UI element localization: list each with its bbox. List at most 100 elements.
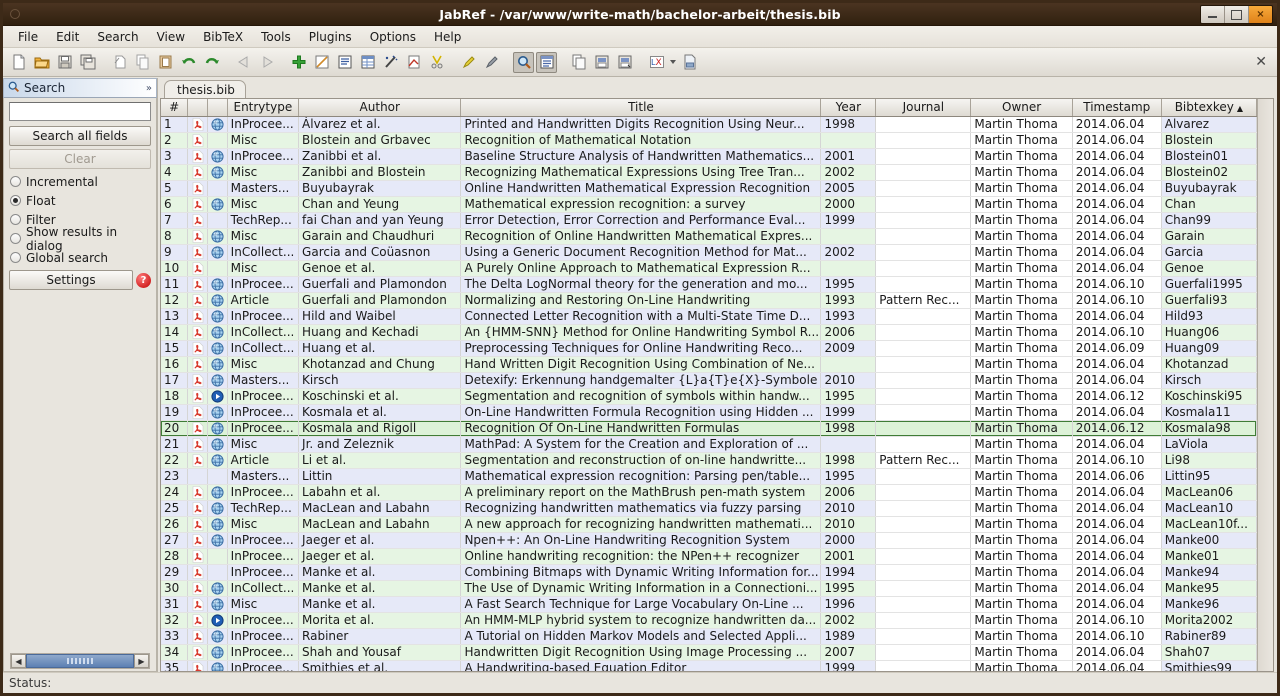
table-row[interactable]: 31 Misc Manke et al. A Fast Search Techniqu… [161,596,1257,613]
url-play-icon[interactable] [207,612,228,629]
menu-view[interactable]: View [148,28,194,46]
url-globe-icon[interactable] [207,596,228,613]
table-row[interactable]: 35 InProcee... Smithies et al. A Handwritin… [161,660,1257,671]
table-row[interactable]: 20 InProcee... Kosmala and Rigoll Recogniti… [161,420,1257,437]
table-row[interactable]: 7 TechRep... fai Chan and yan Yeung Error D… [161,212,1257,229]
open-database-icon[interactable] [31,52,52,73]
table-row[interactable]: 10 Misc Genoe et al. A Purely Online Approa… [161,260,1257,277]
new-database-icon[interactable] [8,52,29,73]
url-globe-icon[interactable] [207,372,228,389]
url-globe-icon[interactable] [207,484,228,501]
menu-edit[interactable]: Edit [47,28,88,46]
import-into-new-icon[interactable] [591,52,612,73]
pdf-icon[interactable] [187,532,209,549]
mark-entries-icon[interactable] [426,52,447,73]
table-row[interactable]: 15 InCollect... Huang et al. Preprocessing … [161,340,1257,357]
table-row[interactable]: 21 Misc Jr. and Zeleznik MathPad: A System … [161,436,1257,453]
url-globe-icon[interactable] [207,404,228,421]
url-play-icon[interactable] [207,388,228,405]
url-icon-empty[interactable] [207,132,228,149]
groups-toggle-icon[interactable] [536,51,557,73]
table-row[interactable]: 30 InCollect... Manke et al. The Use of Dyn… [161,580,1257,597]
column-header-bibtexkey[interactable]: Bibtexkey ▲ [1161,99,1257,117]
pdf-icon[interactable] [187,436,209,453]
push-to-lyx-icon[interactable]: LX [646,52,667,73]
column-header-url[interactable] [207,99,228,117]
radio-float[interactable]: Float [9,191,151,210]
search-input[interactable] [10,103,150,120]
forward-icon[interactable] [256,52,277,73]
column-header-pdf[interactable] [187,99,209,117]
pdf-icon[interactable] [187,324,209,341]
highlighter-icon[interactable] [458,52,479,73]
import-into-current-icon[interactable] [614,52,635,73]
url-globe-icon[interactable] [207,500,228,517]
table-row[interactable]: 9 InCollect... Garcia and Coüasnon Using a … [161,244,1257,261]
paste-icon[interactable] [155,52,176,73]
url-globe-icon[interactable] [207,228,228,245]
url-icon-empty[interactable] [207,260,228,277]
radio-incremental[interactable]: Incremental [9,172,151,191]
cleanup-icon[interactable] [403,52,424,73]
pdf-icon[interactable] [187,644,209,661]
pdf-icon[interactable] [187,548,209,565]
url-globe-icon[interactable] [207,580,228,597]
pdf-icon[interactable] [187,116,209,133]
table-row[interactable]: 25 TechRep... MacLean and Labahn Recognizin… [161,500,1257,517]
table-row[interactable]: 27 InProcee... Jaeger et al. Npen++: An On-… [161,532,1257,549]
url-globe-icon[interactable] [207,516,228,533]
entry-table-vertical-scrollbar[interactable] [1257,99,1273,671]
url-globe-icon[interactable] [207,340,228,357]
url-globe-icon[interactable] [207,164,228,181]
table-row[interactable]: 29 InProcee... Manke et al. Combining Bitma… [161,564,1257,581]
pdf-icon[interactable] [187,516,209,533]
pdf-icon[interactable] [187,500,209,517]
radio-show-results-in-dialog[interactable]: Show results in dialog [9,225,151,253]
table-row[interactable]: 3 InProcee... Zanibbi et al. Baseline Struc… [161,148,1257,165]
minimize-button[interactable] [1201,6,1225,23]
table-row[interactable]: 33 InProcee... Rabiner A Tutorial on Hidden… [161,628,1257,645]
tab-thesis-bib[interactable]: thesis.bib [164,80,246,98]
table-row[interactable]: 6 Misc Chan and Yeung Mathematical expressi… [161,196,1257,213]
help-icon[interactable]: ? [136,272,151,288]
preview-icon[interactable] [334,52,355,73]
pdf-icon[interactable] [187,468,209,485]
window-menu-icon[interactable] [3,9,27,19]
table-row[interactable]: 23 Masters... Littin Mathematical expressio… [161,468,1257,485]
push-dropdown-icon[interactable] [670,60,676,64]
save-all-icon[interactable] [77,52,98,73]
url-globe-icon[interactable] [207,276,228,293]
url-globe-icon[interactable] [207,148,228,165]
url-globe-icon[interactable] [207,356,228,373]
column-header-owner[interactable]: Owner [970,99,1073,117]
column-header-num[interactable]: # [161,99,189,117]
pdf-icon[interactable] [187,596,209,613]
search-input-wrap[interactable] [9,102,151,121]
pdf-icon[interactable] [187,132,209,149]
table-row[interactable]: 18 InProcee... Koschinski et al. Segmentati… [161,388,1257,405]
save-database-icon[interactable] [54,52,75,73]
pdf-icon[interactable] [187,612,209,629]
pdf-icon[interactable] [187,356,209,373]
pdf-icon[interactable] [187,260,209,277]
table-row[interactable]: 28 InProcee... Jaeger et al. Online handwri… [161,548,1257,565]
url-globe-icon[interactable] [207,532,228,549]
search-all-fields-button[interactable]: Search all fields [9,126,151,146]
pdf-icon[interactable] [187,388,209,405]
pdf-icon[interactable] [187,308,209,325]
maximize-button[interactable] [1225,6,1249,23]
url-globe-icon[interactable] [207,436,228,453]
entry-table-icon[interactable] [357,52,378,73]
menu-file[interactable]: File [9,28,47,46]
table-row[interactable]: 19 InProcee... Kosmala et al. On-Line Handw… [161,404,1257,421]
pdf-icon[interactable] [187,660,209,671]
pdf-icon[interactable] [187,196,209,213]
pdf-icon[interactable] [187,628,209,645]
fetch-icon[interactable] [568,52,589,73]
write-xmp-icon[interactable] [679,52,700,73]
cut-icon[interactable] [109,52,130,73]
url-globe-icon[interactable] [207,196,228,213]
pdf-icon[interactable] [187,564,209,581]
back-icon[interactable] [233,52,254,73]
menu-tools[interactable]: Tools [252,28,300,46]
